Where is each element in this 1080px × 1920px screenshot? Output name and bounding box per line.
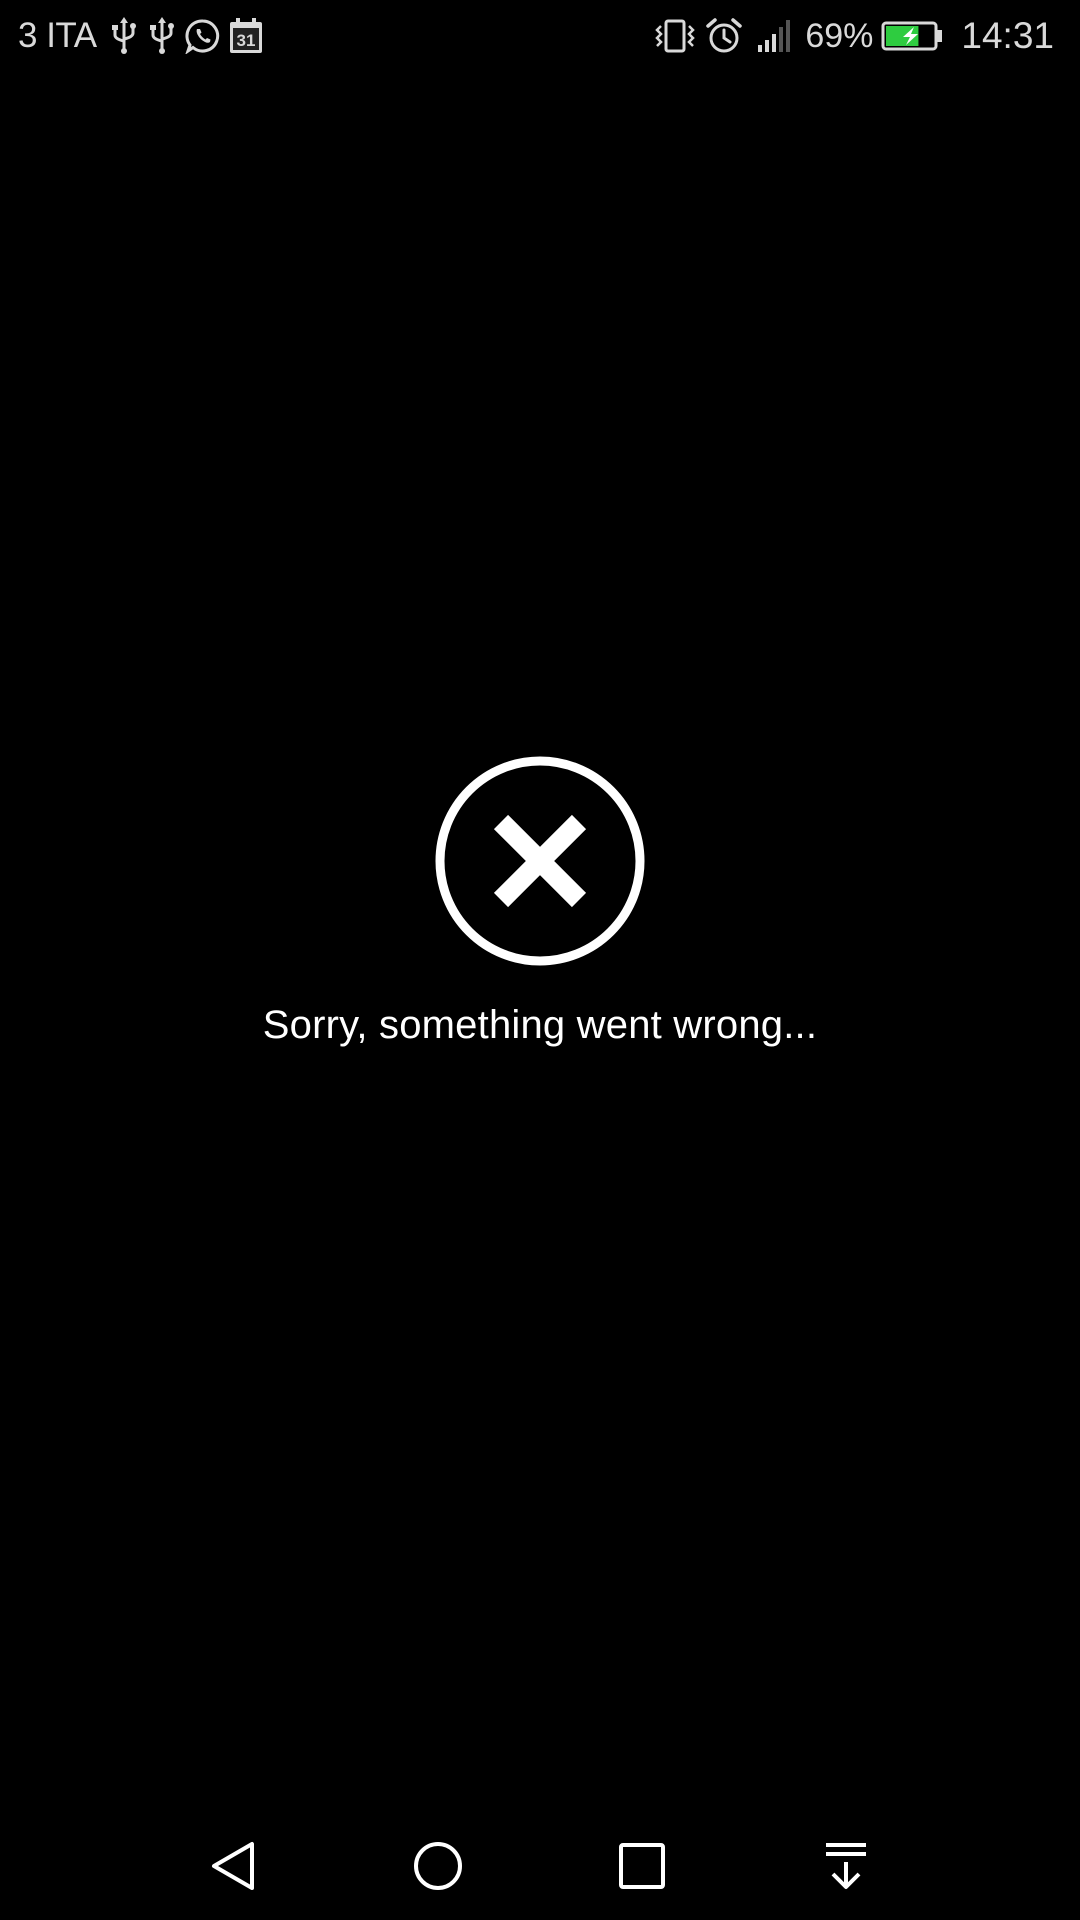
alarm-icon bbox=[705, 17, 743, 55]
recents-button[interactable] bbox=[582, 1812, 702, 1920]
calendar-day: 31 bbox=[236, 31, 255, 50]
recents-icon bbox=[616, 1840, 668, 1892]
usb-icon bbox=[147, 17, 177, 55]
status-bar-left: 3 ITA 31 bbox=[18, 12, 271, 60]
signal-icon bbox=[757, 19, 793, 53]
back-icon bbox=[208, 1840, 260, 1892]
notification-drawer-button[interactable] bbox=[786, 1812, 906, 1920]
navigation-bar bbox=[0, 1812, 1080, 1920]
notification-drawer-icon bbox=[820, 1840, 872, 1892]
battery-charging-icon bbox=[881, 21, 943, 51]
calendar-icon: 31 bbox=[229, 18, 263, 54]
battery-percentage: 69% bbox=[805, 16, 874, 55]
error-message: Sorry, something went wrong... bbox=[262, 1003, 818, 1047]
back-button[interactable] bbox=[174, 1812, 294, 1920]
whatsapp-icon bbox=[184, 18, 221, 54]
home-button[interactable] bbox=[378, 1812, 498, 1920]
usb-icon bbox=[109, 17, 139, 55]
home-icon bbox=[412, 1840, 464, 1892]
error-container: Sorry, something went wrong... bbox=[0, 755, 1080, 1048]
vibrate-icon bbox=[653, 18, 697, 54]
status-bar: 3 ITA 31 69% 14:31 bbox=[0, 0, 1080, 72]
error-x-circle-icon bbox=[434, 755, 646, 967]
carrier-name: 3 ITA bbox=[18, 16, 97, 55]
status-bar-right: 69% 14:31 bbox=[653, 12, 1054, 60]
clock: 14:31 bbox=[961, 15, 1054, 56]
